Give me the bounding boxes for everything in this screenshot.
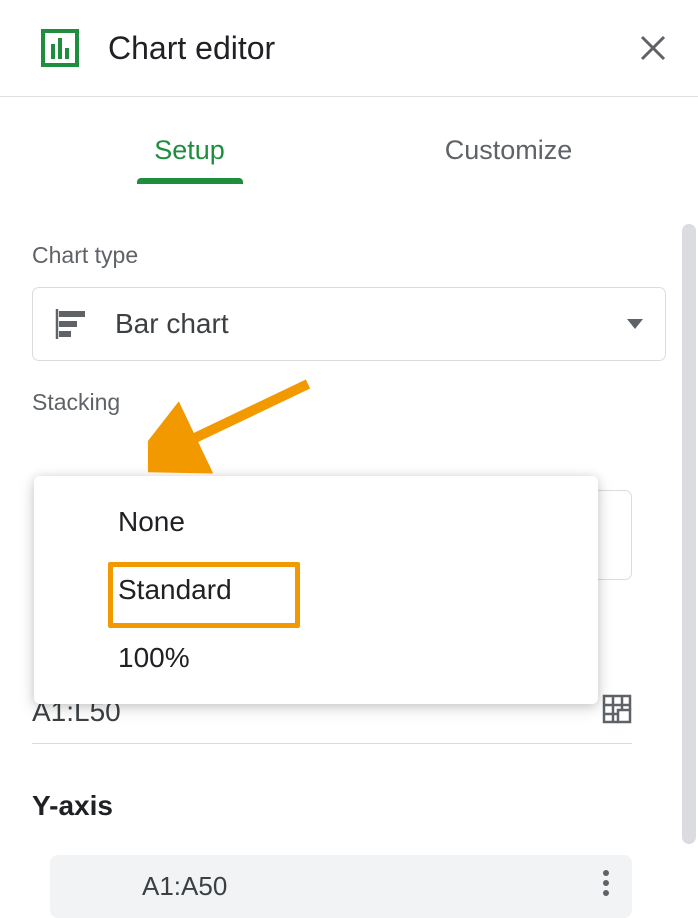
stacking-label: Stacking (32, 389, 666, 416)
grid-select-icon[interactable] (602, 694, 632, 729)
bar-chart-icon (55, 308, 87, 340)
editor-header: Chart editor (0, 0, 698, 97)
stacking-option-percent[interactable]: 100% (34, 624, 598, 692)
stacking-option-none[interactable]: None (34, 488, 598, 556)
close-icon[interactable] (638, 33, 668, 63)
chart-icon (40, 28, 80, 68)
scrollbar[interactable] (682, 224, 696, 844)
chart-type-label: Chart type (32, 242, 666, 269)
tabs-container: Setup Customize (0, 135, 698, 184)
stacking-dropdown: None Standard 100% (34, 476, 598, 704)
more-vert-icon[interactable] (602, 869, 610, 904)
chart-type-value: Bar chart (115, 308, 627, 340)
panel-title: Chart editor (108, 30, 638, 67)
tab-setup[interactable]: Setup (30, 135, 349, 184)
chart-type-select[interactable]: Bar chart (32, 287, 666, 361)
yaxis-row[interactable]: A1:A50 (50, 855, 632, 918)
stacking-option-standard[interactable]: Standard (34, 556, 598, 624)
yaxis-label: Y-axis (32, 790, 113, 822)
yaxis-value: A1:A50 (142, 871, 227, 902)
tab-customize[interactable]: Customize (349, 135, 668, 184)
chevron-down-icon (627, 316, 643, 332)
